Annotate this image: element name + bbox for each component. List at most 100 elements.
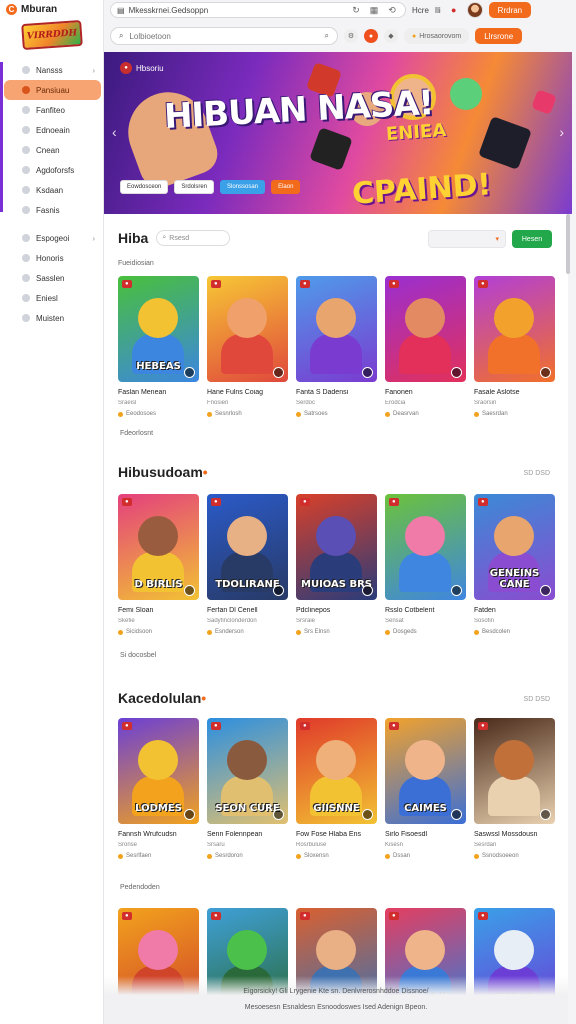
section-view-all[interactable]: SD DSD (524, 470, 550, 477)
brand[interactable]: C Mburan (0, 0, 103, 18)
top-link-2[interactable]: Ili (435, 6, 441, 15)
play-icon[interactable] (362, 367, 373, 378)
game-thumbnail[interactable]: ● D BIRLIS (118, 494, 199, 600)
game-card[interactable]: ● Rsslo Cotbelent Sensat Dosgeds (385, 494, 466, 635)
sidebar-item[interactable]: Fanfiteo (4, 100, 101, 120)
sidebar-item[interactable]: Muisten (4, 308, 101, 328)
banner-button[interactable]: Slonssosan (220, 180, 266, 194)
record-icon[interactable]: ● (364, 29, 378, 43)
top-link-1[interactable]: Hcre (412, 6, 429, 15)
section-search[interactable]: ⌕ Rsesd (156, 230, 231, 246)
play-icon[interactable] (362, 585, 373, 596)
game-card[interactable]: ● Fanonen Erodcia Deasrvan (385, 276, 466, 417)
hero-banner[interactable]: ● Hbsoriu HIBUAN NASA! ENIEA CPAIND! ‹ ›… (104, 52, 572, 214)
game-thumbnail[interactable]: ● (207, 276, 288, 382)
play-icon[interactable] (273, 367, 284, 378)
game-card[interactable]: ● TDOLIRANE Ferfan Dl Cenell Sadyfinclonder… (207, 494, 288, 635)
chevron-left-icon[interactable]: ‹ (112, 124, 117, 140)
site-logo[interactable]: VIRRDDH (21, 19, 83, 51)
chevron-right-icon[interactable]: › (559, 124, 564, 140)
game-thumbnail[interactable]: ● GENEINS CANE (474, 494, 555, 600)
game-card[interactable]: ● Saswssl Mossdousn Sesrdan Ssnodsoeeon (474, 718, 555, 859)
game-card[interactable]: ● Fasale Aslotse Sraorsin Saesrdan (474, 276, 555, 417)
search-submit-icon[interactable]: ⌕ (325, 31, 329, 41)
grid-icon[interactable]: ▦ (367, 5, 381, 16)
sidebar-item[interactable]: Ednoeain (4, 120, 101, 140)
game-thumbnail[interactable]: ● SEON CURE (207, 718, 288, 824)
game-card[interactable]: ● HEBEAS Faslan Menean Sraeisl Eeodosoes (118, 276, 199, 417)
sidebar-item[interactable]: Honoris (4, 248, 101, 268)
play-icon[interactable] (451, 585, 462, 596)
game-thumbnail[interactable]: ● LODMES (118, 718, 199, 824)
sidebar-item[interactable]: Eniesl (4, 288, 101, 308)
play-icon[interactable] (184, 809, 195, 820)
see-more-link[interactable]: Fdeorlosnt (120, 430, 153, 437)
reload-icon[interactable]: ↻ (349, 5, 363, 16)
game-thumbnail[interactable]: ● (385, 276, 466, 382)
sidebar-item[interactable]: Nansss › (4, 60, 101, 80)
section-view-all[interactable]: SD DSD (524, 696, 550, 703)
play-icon[interactable] (273, 585, 284, 596)
game-card[interactable]: ● GENEINS CANE Fatden Sosofin Besdcolen (474, 494, 555, 635)
sidebar-accent-bar (0, 62, 3, 212)
sidebar-item[interactable]: Cnean (4, 140, 101, 160)
banner-button[interactable]: Elaon (271, 180, 301, 194)
banner-button[interactable]: Srdolsren (174, 180, 215, 194)
game-thumbnail[interactable]: ● GIISNNE (296, 718, 377, 824)
game-card[interactable]: ● CAIMES Sirlo Fisoesdl Kisesn Dssan (385, 718, 466, 859)
sidebar-item[interactable]: Pansiuau (4, 80, 101, 100)
avatar[interactable] (466, 2, 483, 18)
sidebar-item[interactable]: Ksdaan (4, 180, 101, 200)
play-icon[interactable] (540, 809, 551, 820)
hot-badge-icon: ● (122, 280, 132, 288)
game-thumbnail[interactable]: ● (474, 718, 555, 824)
search-input[interactable] (129, 31, 319, 41)
signup-button[interactable]: Rrdran (488, 2, 532, 18)
game-thumbnail[interactable]: ● (474, 276, 555, 382)
play-icon[interactable] (451, 367, 462, 378)
play-icon[interactable] (362, 809, 373, 820)
game-thumbnail[interactable]: ● CAIMES (385, 718, 466, 824)
game-thumbnail[interactable]: ● TDOLIRANE (207, 494, 288, 600)
game-thumbnail[interactable]: ● (385, 494, 466, 600)
nav-item-icon (22, 66, 30, 74)
play-icon[interactable] (540, 367, 551, 378)
url-bar[interactable]: ▤ Mkesskrnei.Gedsoppn ↻ ▦ ⟲ (110, 2, 406, 18)
game-card[interactable]: ● MUIOAS BRS Pdclinepos Srsraie Srs Elnsn (296, 494, 377, 635)
game-thumbnail[interactable]: ● (296, 276, 377, 382)
search-icon: ⌕ (119, 31, 124, 40)
see-more-link[interactable]: Si docosbel (120, 652, 156, 659)
game-thumbnail[interactable]: ● MUIOAS BRS (296, 494, 377, 600)
game-card[interactable]: ● SEON CURE Senn Folennpean Srsaru Sesrdoron (207, 718, 288, 859)
game-thumbnail[interactable]: ● HEBEAS (118, 276, 199, 382)
sidebar-item[interactable]: Sasslen (4, 268, 101, 288)
see-more-link[interactable]: Pedendoden (120, 884, 160, 891)
play-icon[interactable] (540, 585, 551, 596)
play-icon[interactable] (184, 585, 195, 596)
game-card[interactable]: ● D BIRLIS Femi Sloan Skefie Sicidsoon (118, 494, 199, 635)
play-icon[interactable] (451, 809, 462, 820)
character-face (138, 930, 178, 970)
character-face (227, 740, 267, 780)
search-box[interactable]: ⌕ ⌕ (110, 27, 338, 45)
coins-pill[interactable]: ● Hrosaorovom (404, 28, 470, 44)
sidebar-item[interactable]: Agdoforsfs (4, 160, 101, 180)
history-icon[interactable]: ⟲ (385, 5, 399, 16)
scrollbar[interactable] (566, 214, 570, 274)
play-icon[interactable] (273, 809, 284, 820)
game-card[interactable]: ● GIISNNE Fow Fose Hlaba Ens Rosrbuluse Slox… (296, 718, 377, 859)
filter-button[interactable]: Hesen (512, 230, 552, 248)
game-card[interactable]: ● Hane Fulns Coiag Fnosien Sesnrlosh (207, 276, 288, 417)
login-button[interactable]: Llrsrone (475, 28, 523, 44)
notification-icon[interactable]: ● (447, 5, 461, 15)
settings-icon[interactable]: ⚙ (344, 29, 358, 43)
character-body (221, 334, 273, 374)
bookmark-icon[interactable]: ◆ (384, 29, 398, 43)
sidebar-item[interactable]: Fasnis (4, 200, 101, 220)
game-card[interactable]: ● Fanta S Dadensi Serdoc Satrsoes (296, 276, 377, 417)
filter-box[interactable]: ▾ (428, 230, 506, 248)
game-card[interactable]: ● LODMES Fannsh Wrufcudsn Sronse Sesrlfaen (118, 718, 199, 859)
banner-button[interactable]: Eowdosceon (120, 180, 169, 194)
play-icon[interactable] (184, 367, 195, 378)
sidebar-item[interactable]: Espogeoi › (4, 228, 101, 248)
